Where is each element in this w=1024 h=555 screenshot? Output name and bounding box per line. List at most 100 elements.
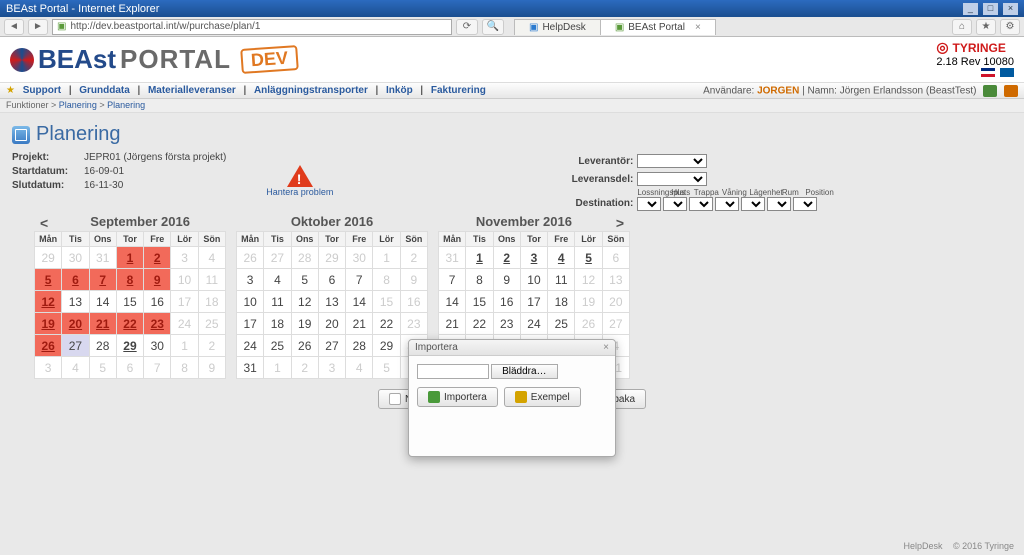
status-icon[interactable] bbox=[983, 85, 997, 97]
calendar-day[interactable]: 3 bbox=[237, 269, 264, 291]
calendar-day[interactable]: 24 bbox=[237, 335, 264, 357]
calendar-day[interactable]: 5 bbox=[373, 357, 400, 379]
calendar-day[interactable]: 12 bbox=[291, 291, 318, 313]
close-icon[interactable]: × bbox=[1003, 3, 1018, 15]
calendar-day[interactable]: 25 bbox=[198, 313, 225, 335]
calendar-day[interactable]: 3 bbox=[318, 357, 345, 379]
calendar-day[interactable]: 29 bbox=[116, 335, 143, 357]
calendar-day[interactable]: 30 bbox=[346, 247, 373, 269]
dest-select[interactable] bbox=[741, 197, 765, 211]
dest-select[interactable] bbox=[767, 197, 791, 211]
calendar-day[interactable]: 8 bbox=[466, 269, 493, 291]
calendar-day[interactable]: 10 bbox=[520, 269, 547, 291]
calendar-day[interactable]: 15 bbox=[466, 291, 493, 313]
calendar-day[interactable]: 10 bbox=[171, 269, 198, 291]
calendar-day[interactable]: 4 bbox=[548, 247, 575, 269]
calendar-day[interactable]: 4 bbox=[264, 269, 291, 291]
calendar-day[interactable]: 7 bbox=[439, 269, 466, 291]
calendar-day[interactable]: 29 bbox=[35, 247, 62, 269]
calendar-day[interactable]: 2 bbox=[198, 335, 225, 357]
calendar-day[interactable]: 16 bbox=[493, 291, 520, 313]
calendar-day[interactable]: 25 bbox=[264, 335, 291, 357]
tab-helpdesk[interactable]: ▣HelpDesk bbox=[514, 19, 601, 35]
calendar-day[interactable]: 21 bbox=[346, 313, 373, 335]
favorites-button[interactable]: ★ bbox=[976, 19, 996, 35]
calendar-day[interactable]: 4 bbox=[346, 357, 373, 379]
tools-button[interactable]: ⚙ bbox=[1000, 19, 1020, 35]
flag-se-icon[interactable] bbox=[1000, 68, 1014, 77]
dest-select[interactable] bbox=[689, 197, 713, 211]
minimize-icon[interactable]: _ bbox=[963, 3, 978, 15]
calendar-day[interactable]: 4 bbox=[198, 247, 225, 269]
calendar-day[interactable]: 24 bbox=[520, 313, 547, 335]
calendar-day[interactable]: 27 bbox=[264, 247, 291, 269]
calendar-day[interactable]: 21 bbox=[439, 313, 466, 335]
calendar-day[interactable]: 26 bbox=[575, 313, 602, 335]
calendar-day[interactable]: 27 bbox=[62, 335, 89, 357]
calendar-day[interactable]: 4 bbox=[62, 357, 89, 379]
calendar-day[interactable]: 5 bbox=[291, 269, 318, 291]
calendar-day[interactable]: 20 bbox=[602, 291, 629, 313]
calendar-day[interactable]: 16 bbox=[144, 291, 171, 313]
calendar-day[interactable]: 19 bbox=[35, 313, 62, 335]
calendar-day[interactable]: 3 bbox=[520, 247, 547, 269]
calendar-day[interactable]: 3 bbox=[171, 247, 198, 269]
nav-link[interactable]: Fakturering bbox=[431, 85, 486, 96]
calendar-day[interactable]: 14 bbox=[439, 291, 466, 313]
calendar-day[interactable]: 12 bbox=[35, 291, 62, 313]
calendar-day[interactable]: 9 bbox=[400, 269, 427, 291]
prev-month-button[interactable]: < bbox=[34, 215, 54, 231]
nav-link[interactable]: Inköp bbox=[386, 85, 413, 96]
tab-close-icon[interactable]: × bbox=[695, 22, 701, 33]
calendar-day[interactable]: 6 bbox=[602, 247, 629, 269]
calendar-day[interactable]: 19 bbox=[575, 291, 602, 313]
file-input[interactable] bbox=[417, 364, 489, 379]
calendar-day[interactable]: 9 bbox=[144, 269, 171, 291]
address-bar[interactable]: ▣ http://dev.beastportal.int/w/purchase/… bbox=[52, 19, 452, 35]
calendar-day[interactable]: 8 bbox=[171, 357, 198, 379]
nav-link[interactable]: Materialleveranser bbox=[148, 85, 236, 96]
calendar-day[interactable]: 9 bbox=[493, 269, 520, 291]
calendar-day[interactable]: 14 bbox=[346, 291, 373, 313]
calendar-day[interactable]: 15 bbox=[116, 291, 143, 313]
calendar-day[interactable]: 28 bbox=[346, 335, 373, 357]
modal-close-icon[interactable]: × bbox=[603, 342, 609, 353]
calendar-day[interactable]: 11 bbox=[548, 269, 575, 291]
logo[interactable]: BEAstPORTAL DEV bbox=[10, 44, 298, 75]
calendar-day[interactable]: 13 bbox=[602, 269, 629, 291]
calendar-day[interactable]: 27 bbox=[318, 335, 345, 357]
calendar-day[interactable]: 5 bbox=[35, 269, 62, 291]
leveransdel-select[interactable] bbox=[637, 172, 707, 186]
calendar-day[interactable]: 15 bbox=[373, 291, 400, 313]
calendar-day[interactable]: 25 bbox=[548, 313, 575, 335]
calendar-day[interactable]: 5 bbox=[89, 357, 116, 379]
calendar-day[interactable]: 5 bbox=[575, 247, 602, 269]
calendar-day[interactable]: 31 bbox=[89, 247, 116, 269]
modal-example-button[interactable]: Exempel bbox=[504, 387, 581, 407]
next-month-button[interactable]: > bbox=[610, 215, 630, 231]
calendar-day[interactable]: 6 bbox=[318, 269, 345, 291]
calendar-day[interactable]: 7 bbox=[89, 269, 116, 291]
dest-select[interactable] bbox=[637, 197, 661, 211]
calendar-day[interactable]: 11 bbox=[198, 269, 225, 291]
calendar-day[interactable]: 7 bbox=[144, 357, 171, 379]
calendar-day[interactable]: 9 bbox=[198, 357, 225, 379]
home-button[interactable]: ⌂ bbox=[952, 19, 972, 35]
calendar-day[interactable]: 22 bbox=[373, 313, 400, 335]
calendar-day[interactable]: 27 bbox=[602, 313, 629, 335]
forward-button[interactable]: ► bbox=[28, 19, 48, 35]
calendar-day[interactable]: 20 bbox=[62, 313, 89, 335]
calendar-day[interactable]: 7 bbox=[346, 269, 373, 291]
calendar-day[interactable]: 1 bbox=[373, 247, 400, 269]
calendar-day[interactable]: 22 bbox=[466, 313, 493, 335]
calendar-day[interactable]: 30 bbox=[62, 247, 89, 269]
calendar-day[interactable]: 30 bbox=[144, 335, 171, 357]
calendar-day[interactable]: 21 bbox=[89, 313, 116, 335]
calendar-day[interactable]: 14 bbox=[89, 291, 116, 313]
breadcrumb-item[interactable]: Planering bbox=[107, 100, 145, 110]
leverantor-select[interactable] bbox=[637, 154, 707, 168]
calendar-day[interactable]: 12 bbox=[575, 269, 602, 291]
calendar-day[interactable]: 22 bbox=[116, 313, 143, 335]
refresh-button[interactable]: ⟳ bbox=[456, 19, 478, 35]
calendar-day[interactable]: 31 bbox=[237, 357, 264, 379]
